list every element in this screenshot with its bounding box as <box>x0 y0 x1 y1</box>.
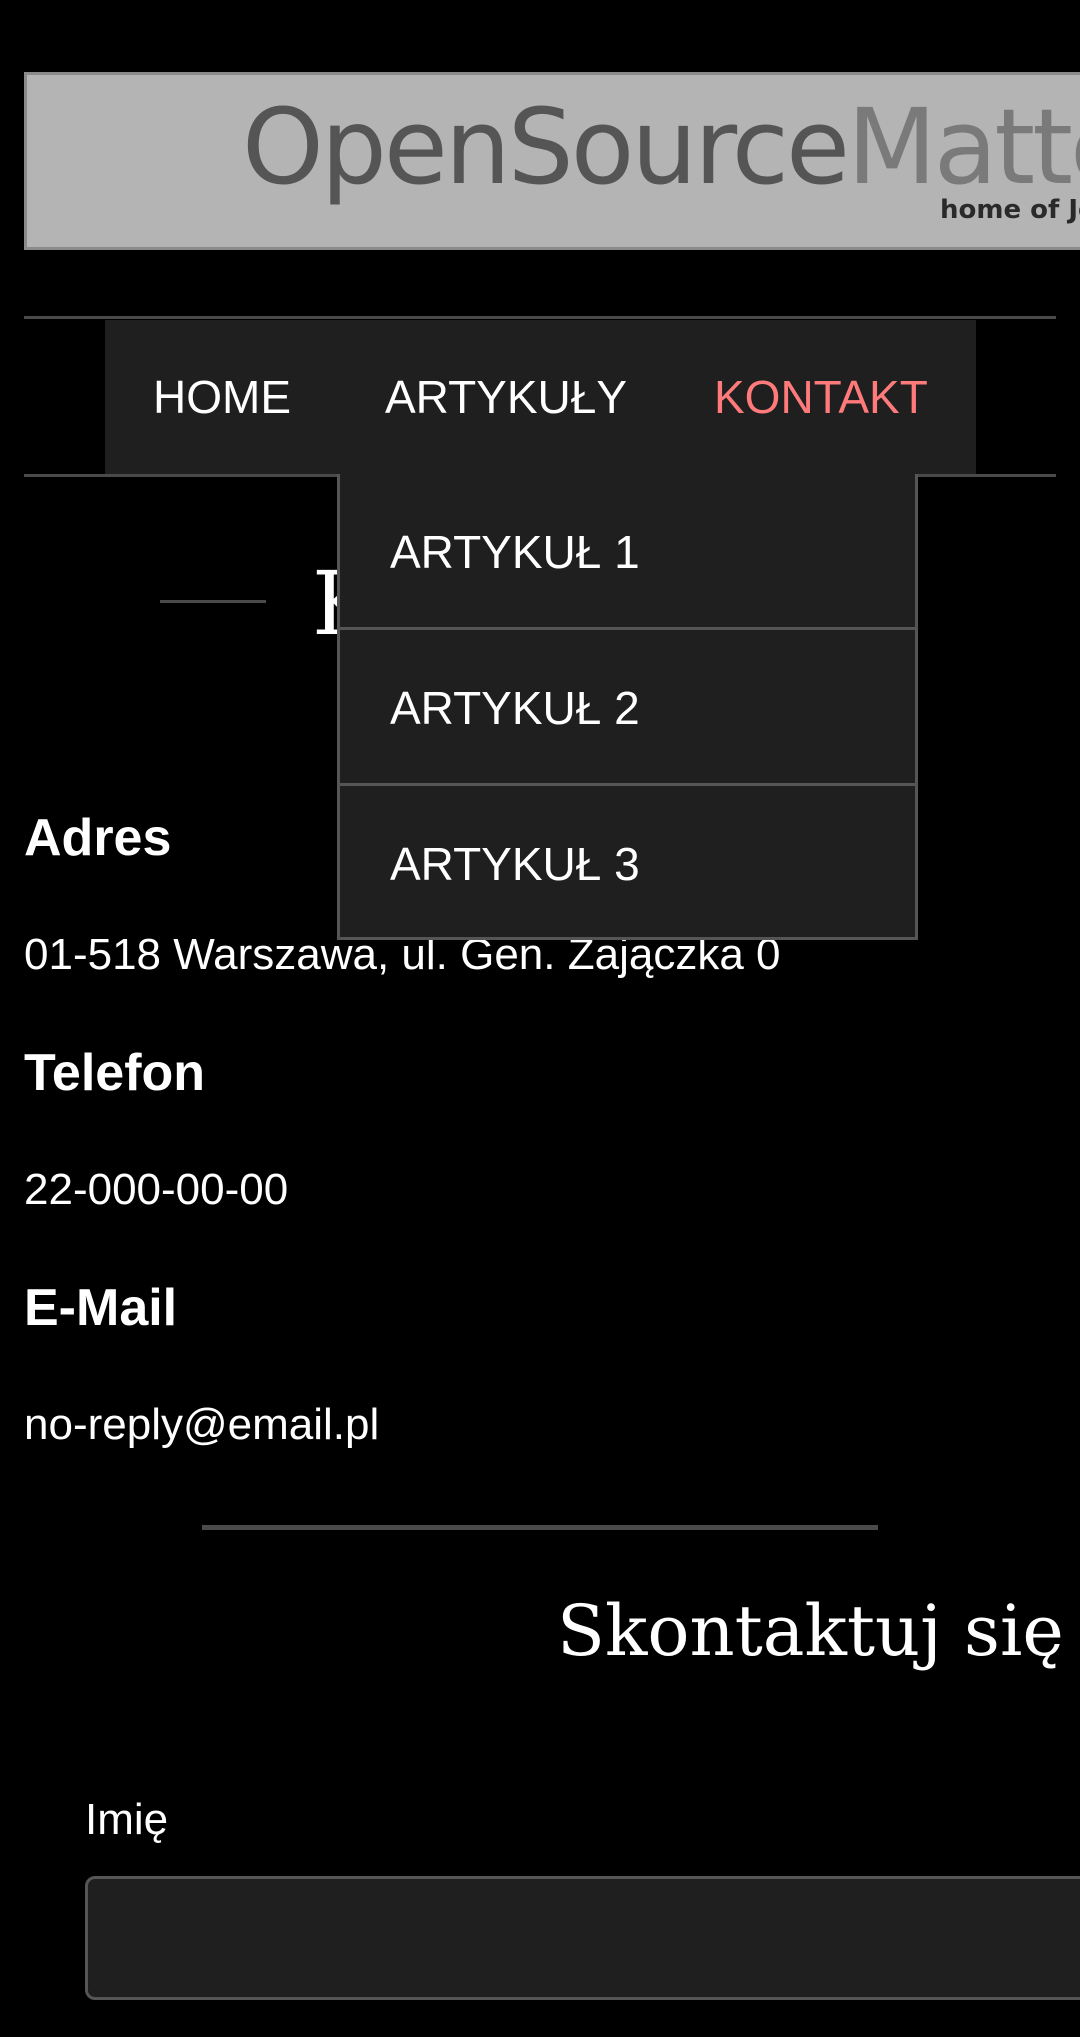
phone-value: 22-000-00-00 <box>24 1165 289 1214</box>
dropdown-item-artykul-2[interactable]: ARTYKUŁ 2 <box>340 630 915 786</box>
contact-form-title: Skontaktuj się z <box>557 1590 1080 1672</box>
nav-top-rule <box>24 316 1056 319</box>
phone-label: Telefon <box>24 1044 206 1102</box>
email-value: no-reply@email.pl <box>24 1400 380 1449</box>
logo-tagline: home of Jo <box>940 195 1080 225</box>
page: OpenSourceMatte home of Jo K HOME ARTYKU… <box>0 0 1080 2037</box>
site-logo-banner[interactable]: OpenSourceMatte home of Jo <box>24 72 1080 250</box>
heading-decoration-line <box>160 600 266 603</box>
dropdown-item-artykul-1[interactable]: ARTYKUŁ 1 <box>340 474 915 630</box>
logo-text-dark: OpenSource <box>242 86 850 208</box>
nav-item-kontakt[interactable]: KONTAKT <box>714 320 928 474</box>
name-field-label: Imię <box>85 1795 169 1844</box>
site-logo: OpenSourceMatte <box>242 95 1080 199</box>
email-label: E-Mail <box>24 1279 178 1337</box>
main-nav: HOME ARTYKUŁY KONTAKT <box>105 320 976 474</box>
address-label: Adres <box>24 809 172 867</box>
nav-item-artykuly[interactable]: ARTYKUŁY <box>385 320 627 474</box>
section-divider <box>202 1525 878 1530</box>
logo-text-light: Matte <box>846 86 1080 208</box>
artykuly-dropdown-menu: ARTYKUŁ 1 ARTYKUŁ 2 ARTYKUŁ 3 <box>337 474 918 940</box>
nav-item-home[interactable]: HOME <box>153 320 291 474</box>
name-input[interactable] <box>85 1876 1080 2000</box>
dropdown-item-artykul-3[interactable]: ARTYKUŁ 3 <box>340 786 915 942</box>
